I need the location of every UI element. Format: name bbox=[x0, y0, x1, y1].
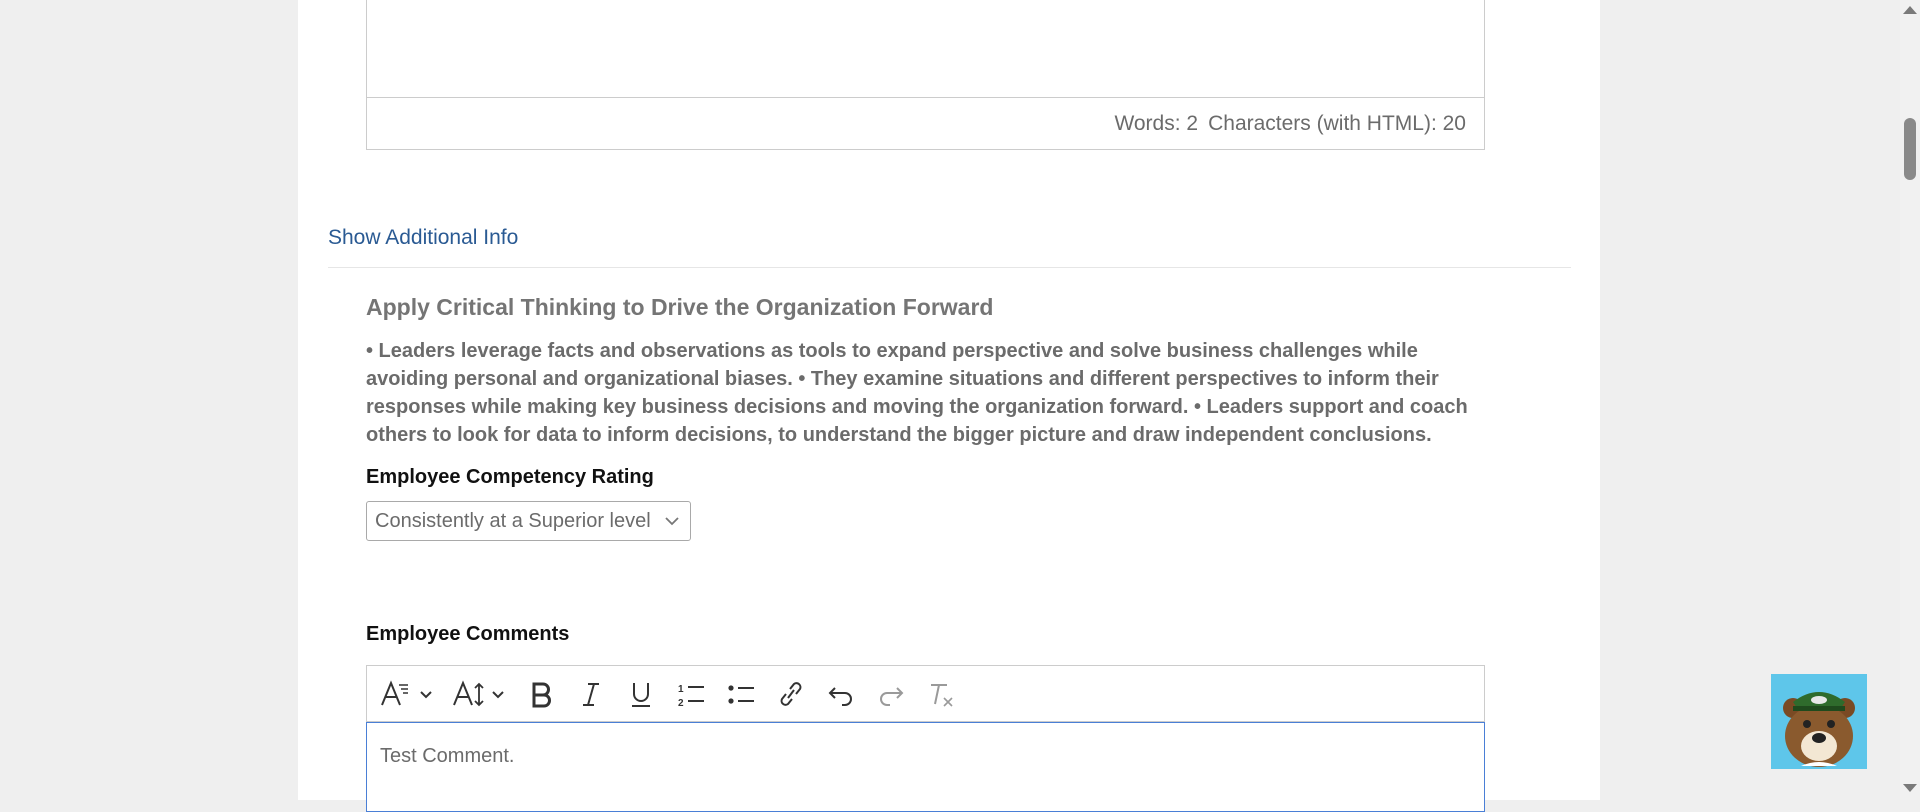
clear-format-button[interactable] bbox=[923, 674, 959, 714]
font-style-button[interactable] bbox=[379, 674, 437, 714]
italic-icon bbox=[583, 682, 599, 706]
main-content: Words: 2 Characters (with HTML): 20 Show… bbox=[298, 0, 1600, 812]
bullet-list-button[interactable] bbox=[723, 674, 759, 714]
bullet-list-icon bbox=[728, 684, 754, 704]
scroll-down-arrow-icon[interactable] bbox=[1903, 784, 1917, 792]
character-count: Characters (with HTML): 20 bbox=[1208, 111, 1466, 135]
competency-rating-select[interactable]: Consistently at a Superior level bbox=[366, 501, 691, 541]
svg-text:2: 2 bbox=[678, 698, 684, 709]
link-button[interactable] bbox=[773, 674, 809, 714]
italic-button[interactable] bbox=[573, 674, 609, 714]
show-additional-info-link[interactable]: Show Additional Info bbox=[328, 226, 518, 250]
clear-format-icon bbox=[931, 683, 953, 707]
ordered-list-button[interactable]: 1 2 bbox=[673, 674, 709, 714]
font-size-button[interactable] bbox=[451, 674, 509, 714]
svg-text:1: 1 bbox=[678, 684, 684, 695]
scrollbar-thumb[interactable] bbox=[1904, 118, 1916, 180]
editor-toolbar: 1 2 bbox=[366, 665, 1485, 722]
bold-button[interactable] bbox=[523, 674, 559, 714]
previous-rich-text-editor[interactable]: Words: 2 Characters (with HTML): 20 bbox=[366, 0, 1485, 150]
redo-button[interactable] bbox=[873, 674, 909, 714]
bear-mascot-chat-button[interactable] bbox=[1771, 674, 1867, 769]
employee-comments-editor[interactable]: Test Comment. bbox=[366, 722, 1485, 812]
bold-icon bbox=[532, 682, 551, 707]
competency-title: Apply Critical Thinking to Drive the Org… bbox=[366, 294, 994, 320]
chevron-down-icon bbox=[657, 516, 687, 526]
font-size-icon bbox=[453, 679, 504, 706]
section-divider bbox=[328, 267, 1571, 268]
word-count: Words: 2 bbox=[1114, 111, 1199, 135]
competency-description: • Leaders leverage facts and observation… bbox=[366, 340, 1468, 446]
rating-selected-value: Consistently at a Superior level bbox=[375, 509, 651, 532]
link-icon bbox=[780, 681, 802, 706]
redo-icon bbox=[880, 686, 904, 706]
editor-status-bar: Words: 2 Characters (with HTML): 20 bbox=[367, 97, 1484, 149]
underline-button[interactable] bbox=[623, 674, 659, 714]
comment-text: Test Comment. bbox=[380, 745, 515, 767]
rating-label: Employee Competency Rating bbox=[366, 466, 654, 488]
scroll-up-arrow-icon[interactable] bbox=[1903, 6, 1917, 14]
underline-icon bbox=[632, 682, 650, 707]
employee-comments-label: Employee Comments bbox=[366, 623, 570, 645]
ordered-list-icon: 1 2 bbox=[678, 684, 704, 709]
font-style-icon bbox=[381, 679, 432, 705]
undo-icon bbox=[828, 686, 852, 706]
bear-mascot-icon bbox=[1783, 692, 1855, 767]
undo-button[interactable] bbox=[823, 674, 859, 714]
